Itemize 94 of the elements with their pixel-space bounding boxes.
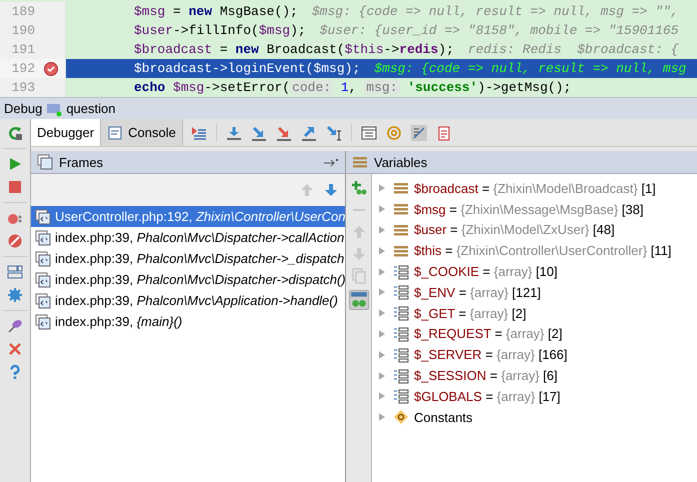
variable-text: $_ENV = {array} [121] <box>414 284 541 300</box>
line-number: 189 <box>10 4 36 19</box>
object-icon <box>393 201 409 218</box>
frame-icon <box>35 292 51 308</box>
constants-icon <box>393 409 409 426</box>
array-icon <box>393 264 409 280</box>
stop-icon[interactable] <box>7 179 23 195</box>
line-number: 191 <box>10 42 36 57</box>
stack-frame[interactable]: index.php:39, Phalcon\Mvc\Dispatcher->callAction <box>31 227 345 248</box>
variable-text: $msg = {Zhixin\Message\MsgBase} [38] <box>414 202 644 217</box>
code-line: 190 $user->fillInfo($msg); $user: {user_id => "8158", mobile => "15901165 <box>0 21 697 40</box>
variable-text: $GLOBALS = {array} [17] <box>414 388 560 404</box>
frame-icon <box>35 208 51 224</box>
pin-icon[interactable] <box>7 318 23 334</box>
console-icon <box>107 124 124 140</box>
close-icon[interactable] <box>7 341 23 357</box>
panel-title: Variables <box>374 154 428 170</box>
variable-row[interactable]: $_ENV = {array} [121] <box>372 282 697 303</box>
variable-row[interactable]: $_GET = {array} [2] <box>372 302 697 324</box>
array-icon <box>393 346 409 363</box>
frame-text: index.php:39, Phalcon\Mvc\Dispatcher->_dispatch <box>55 251 344 266</box>
frame-icon <box>35 230 51 246</box>
step-out-icon[interactable] <box>300 124 317 140</box>
show-execution-point-icon[interactable] <box>190 124 207 140</box>
stack-frame[interactable]: index.php:39, {main}() <box>31 311 345 332</box>
array-icon <box>393 388 409 404</box>
step-over-icon[interactable] <box>226 124 242 140</box>
variable-row[interactable]: $_COOKIE = {array} [10] <box>372 261 697 282</box>
debug-config-name: question <box>66 101 116 116</box>
variable-row[interactable]: $_REQUEST = {array} [2] <box>372 324 697 344</box>
array-icon <box>393 368 409 384</box>
variable-row[interactable]: $msg = {Zhixin\Message\MsgBase} [38] <box>372 198 697 220</box>
array-icon <box>393 284 409 300</box>
object-icon <box>393 180 409 196</box>
tab[interactable]: Console <box>101 119 183 146</box>
array-icon <box>393 326 409 342</box>
inline-value-hint: $msg: {code => null, result => null, msg => "", <box>312 4 679 19</box>
frame-icon <box>35 272 51 288</box>
frame-text: index.php:39, Phalcon\Mvc\Dispatcher->dispatch() <box>55 272 345 287</box>
variable-text: $_REQUEST = {array} [2] <box>414 326 562 342</box>
variable-text: $_COOKIE = {array} [10] <box>414 264 558 280</box>
stack-frame[interactable]: index.php:39, Phalcon\Mvc\Application->handle() <box>31 290 345 311</box>
frame-text: index.php:39, {main}() <box>55 314 182 329</box>
variable-text: $_SERVER = {array} [166] <box>414 347 568 362</box>
add-watch-icon[interactable] <box>350 180 366 196</box>
variable-text: $user = {Zhixin\Model\ZxUser} [48] <box>414 222 615 238</box>
debug-label: Debug <box>4 101 42 116</box>
frame-text: index.php:39, Phalcon\Mvc\Dispatcher->callAction <box>55 230 344 245</box>
variable-text: $this = {Zhixin\Controller\UserController} [11] <box>414 243 672 258</box>
stack-frame[interactable]: UserController.php:192, Zhixin\Controller\UserCon <box>31 206 345 227</box>
line-number: 193 <box>10 80 36 95</box>
down-arrow-icon[interactable] <box>323 182 339 198</box>
force-step-into-icon[interactable] <box>276 124 292 140</box>
code-line: 189 $msg = new MsgBase(); $msg: {code => null, result => null, msg => "", <box>0 2 697 21</box>
frame-text: index.php:39, Phalcon\Mvc\Application->handle() <box>55 293 338 308</box>
line-number: 190 <box>10 23 36 38</box>
variable-row[interactable]: $user = {Zhixin\Model\ZxUser} [48] <box>372 220 697 240</box>
tab[interactable]: Debugger <box>31 119 102 146</box>
frame-icon <box>35 314 51 330</box>
frame-icon <box>35 250 51 266</box>
evaluate-icon[interactable] <box>360 124 377 140</box>
code-line: 191 $broadcast = new Broadcast($this->redis); redis: Redis $broadcast: { <box>0 40 697 59</box>
stack-frame[interactable]: index.php:39, Phalcon\Mvc\Dispatcher->_dispatch <box>31 248 345 269</box>
layout-icon[interactable] <box>7 264 23 280</box>
clipboard-icon[interactable] <box>436 124 452 140</box>
variable-row[interactable]: $this = {Zhixin\Controller\UserController} [11] <box>372 240 697 262</box>
inline-value-hint: $msg: {code => null, result => null, msg <box>374 61 686 76</box>
variable-row[interactable]: $_SESSION = {array} [6] <box>372 365 697 386</box>
variable-text: $_GET = {array} [2] <box>414 306 526 321</box>
breakpoint-icon[interactable] <box>43 60 59 76</box>
variable-row[interactable]: $_SERVER = {array} [166] <box>372 344 697 366</box>
frame-text: UserController.php:192, Zhixin\Controller\UserCon <box>55 209 345 224</box>
resume-icon[interactable] <box>7 156 23 172</box>
settings-icon[interactable] <box>7 287 23 303</box>
variable-row[interactable]: $broadcast = {Zhixin\Model\Broadcast} [1] <box>372 178 697 199</box>
step-into-icon[interactable] <box>250 124 267 140</box>
inline-value-hint: $user: {user_id => "8158", mobile => "15901165 <box>320 23 679 38</box>
watches-toggle-icon[interactable] <box>350 291 368 309</box>
frames-icon <box>37 154 53 170</box>
variable-text: $broadcast = {Zhixin\Model\Broadcast} [1] <box>414 180 656 196</box>
line-number: 192 <box>10 61 36 76</box>
stack-frame[interactable]: index.php:39, Phalcon\Mvc\Dispatcher->dispatch() <box>31 269 345 290</box>
variable-text: $_SESSION = {array} [6] <box>414 368 558 384</box>
inline-value-hint: redis: Redis $broadcast: { <box>468 42 679 57</box>
variable-row[interactable]: Constants <box>372 406 697 428</box>
mute-breakpoints-icon[interactable] <box>7 233 23 249</box>
variable-label: Constants <box>414 410 473 425</box>
rerun-icon[interactable] <box>7 125 23 141</box>
variable-row[interactable]: $GLOBALS = {array} [17] <box>372 386 697 407</box>
code-line: 192 $broadcast->loginEvent($msg); $msg: {code => null, result => null, msg <box>0 59 697 78</box>
panel-title: Frames <box>59 154 104 170</box>
array-icon <box>393 305 409 322</box>
run-to-cursor-icon[interactable] <box>326 124 342 140</box>
variables-icon <box>352 154 368 170</box>
